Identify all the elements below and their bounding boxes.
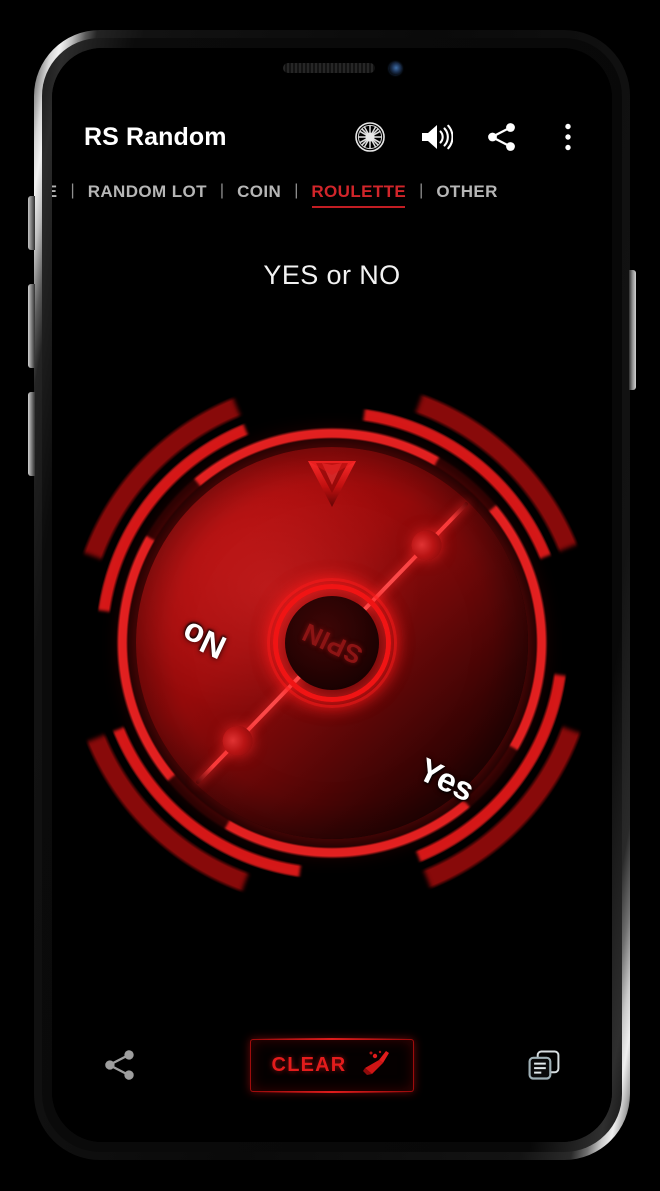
- tab-random-lot[interactable]: RANDOM LOT: [88, 180, 207, 208]
- tab-separator: |: [219, 182, 225, 199]
- wheel-icon[interactable]: [352, 119, 388, 155]
- tab-separator: |: [419, 182, 424, 199]
- clear-button[interactable]: CLEAR: [249, 1037, 415, 1093]
- power-button[interactable]: [629, 270, 636, 390]
- share-icon[interactable]: [484, 119, 520, 155]
- app-bar: RS Random: [52, 106, 612, 168]
- tab-separator: |: [70, 182, 75, 199]
- app-title: RS Random: [84, 122, 227, 151]
- phone-screen: RS Random | RANDOM LOT | COIN | ROULETTE…: [52, 48, 612, 1142]
- spin-button[interactable]: SPIN: [285, 596, 379, 690]
- earpiece-speaker: [283, 63, 375, 73]
- tab-coin[interactable]: COIN: [237, 180, 281, 208]
- tab-dice[interactable]: ICE: [52, 180, 58, 208]
- app-container: RS Random | RANDOM LOT | COIN | ROULETTE…: [52, 48, 612, 1142]
- silent-switch-button[interactable]: [28, 196, 35, 250]
- broom-icon: [358, 1049, 392, 1082]
- page-title: YES or NO: [263, 260, 401, 290]
- volume-up-button[interactable]: [28, 284, 35, 368]
- front-camera: [389, 62, 402, 75]
- clear-button-label: CLEAR: [271, 1053, 347, 1076]
- roulette-area: No Yes SPIN: [52, 348, 612, 938]
- overflow-menu-icon[interactable]: [550, 119, 586, 155]
- sound-icon[interactable]: [418, 119, 454, 155]
- tab-bar: ICE | RANDOM LOT | COIN | ROULETTE | OTH…: [52, 180, 612, 222]
- roulette-wheel[interactable]: No Yes SPIN: [58, 369, 606, 917]
- screenshot-root: RS Random | RANDOM LOT | COIN | ROULETTE…: [0, 0, 660, 1191]
- volume-down-button[interactable]: [28, 392, 35, 476]
- spin-button-label: SPIN: [297, 616, 367, 671]
- tab-roulette[interactable]: ROULETTE: [311, 180, 406, 208]
- history-list-icon[interactable]: [526, 1047, 562, 1083]
- share-result-icon[interactable]: [102, 1047, 138, 1083]
- bottom-bar: CLEAR: [52, 1030, 612, 1100]
- pointer-triangle-icon: [306, 455, 358, 509]
- app-bar-actions: [352, 119, 586, 155]
- tab-separator: |: [294, 182, 299, 199]
- tab-other[interactable]: OTHER: [436, 180, 498, 208]
